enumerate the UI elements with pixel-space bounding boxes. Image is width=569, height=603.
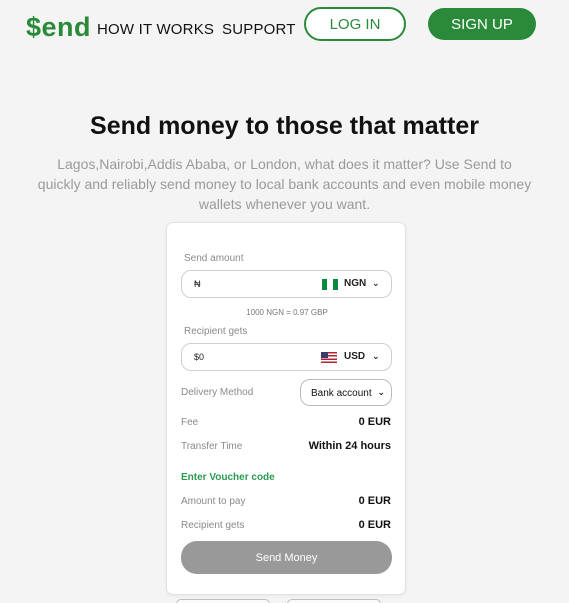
recipient-gets-total-value: 0 EUR	[358, 519, 391, 531]
chevron-down-icon[interactable]: ⌄	[372, 278, 380, 289]
nigeria-flag-icon	[322, 279, 338, 290]
recipient-gets-field[interactable]: $0 USD ⌄	[181, 343, 392, 371]
fee-label: Fee	[181, 417, 199, 428]
login-button[interactable]: LOG IN	[304, 7, 406, 41]
bottom-tab-right[interactable]	[287, 599, 381, 603]
page: $end HOW IT WORKS SUPPORT LOG IN SIGN UP…	[0, 0, 569, 603]
logo[interactable]: $end	[26, 12, 91, 43]
amount-to-pay-label: Amount to pay	[181, 496, 246, 507]
chevron-down-icon: ⌄	[377, 387, 385, 397]
nav-how-it-works[interactable]: HOW IT WORKS	[97, 21, 214, 38]
chevron-down-icon[interactable]: ⌄	[372, 351, 380, 362]
send-currency[interactable]: NGN	[344, 278, 366, 289]
send-amount-label: Send amount	[184, 253, 244, 264]
hero-title: Send money to those that matter	[90, 112, 479, 140]
recipient-gets-label: Recipient gets	[184, 326, 248, 337]
recipient-gets-total-label: Recipient gets	[181, 520, 245, 531]
delivery-method-value: Bank account	[311, 388, 372, 399]
voucher-link[interactable]: Enter Voucher code	[181, 472, 275, 483]
send-money-form: Send amount ₦ NGN ⌄ 1000 NGN = 0.97 GBP …	[166, 222, 406, 595]
us-flag-icon	[321, 352, 337, 363]
send-amount-field[interactable]: ₦ NGN ⌄	[181, 270, 392, 298]
signup-button[interactable]: SIGN UP	[428, 8, 536, 40]
fee-value: 0 EUR	[358, 416, 391, 428]
recipient-amount-prefix: $0	[194, 352, 205, 362]
hero-subtitle: Lagos,Nairobi,Addis Ababa, or London, wh…	[37, 156, 532, 212]
amount-to-pay-value: 0 EUR	[358, 495, 391, 507]
exchange-rate: 1000 NGN = 0.97 GBP	[246, 308, 328, 317]
nav-support[interactable]: SUPPORT	[222, 21, 296, 38]
send-money-button[interactable]: Send Money	[181, 541, 392, 574]
transfer-time-label: Transfer Time	[181, 441, 243, 452]
delivery-method-select[interactable]: Bank account ⌄	[300, 379, 392, 406]
delivery-method-label: Delivery Method	[181, 387, 254, 398]
transfer-time-value: Within 24 hours	[308, 440, 391, 452]
recipient-currency[interactable]: USD	[344, 351, 365, 362]
bottom-tab-left[interactable]	[176, 599, 270, 603]
send-amount-prefix: ₦	[194, 279, 201, 289]
